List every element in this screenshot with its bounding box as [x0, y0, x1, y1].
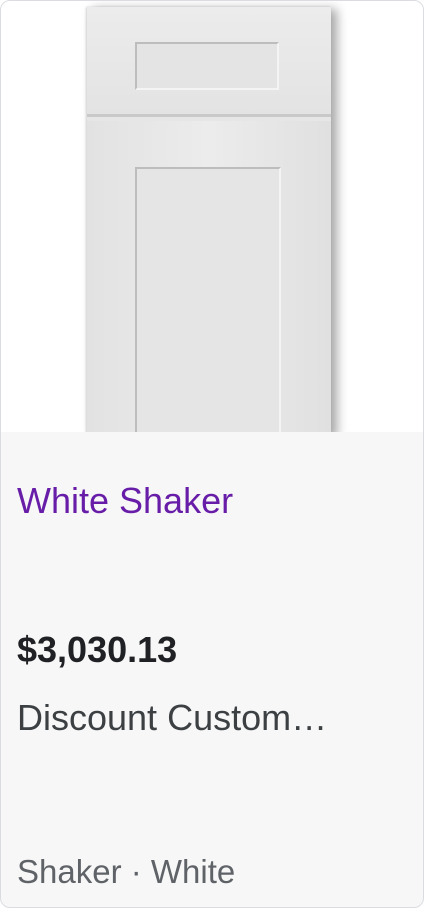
seller-name: Discount Custom…	[17, 697, 328, 738]
cabinet-door-image	[87, 7, 331, 432]
product-tags: Shaker · White	[17, 853, 236, 890]
product-info: White Shaker $3,030.13 Discount Custom… …	[1, 432, 423, 907]
drawer-front	[87, 7, 331, 117]
product-card[interactable]: White Shaker $3,030.13 Discount Custom… …	[0, 0, 424, 908]
drawer-panel	[135, 42, 279, 90]
door-front	[87, 121, 331, 432]
product-price: $3,030.13	[17, 629, 178, 670]
product-image[interactable]	[1, 1, 423, 432]
product-title-link[interactable]: White Shaker	[17, 479, 233, 523]
door-panel	[135, 167, 281, 432]
